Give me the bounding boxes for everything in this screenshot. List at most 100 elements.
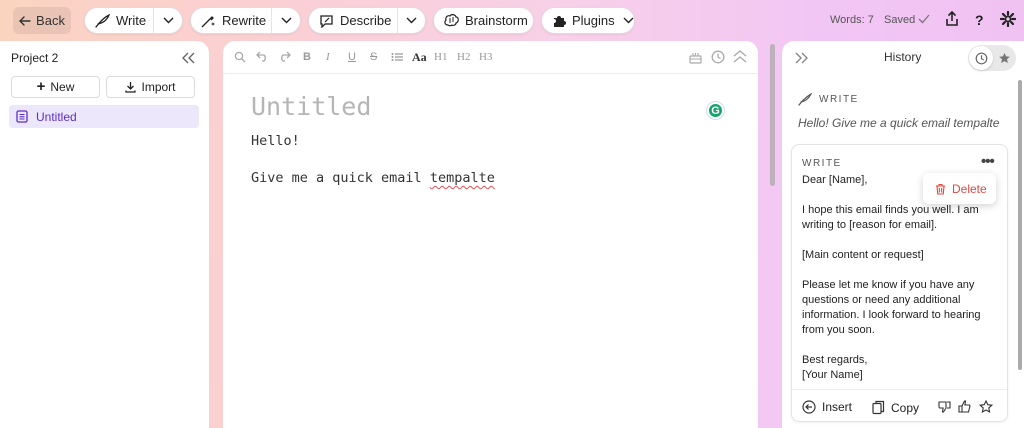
paragraph-text: Give me a quick email (251, 170, 430, 186)
history-title: History (884, 50, 922, 64)
cake-icon[interactable] (689, 50, 702, 64)
history-favorites-toggle[interactable] (968, 45, 1016, 71)
history-result-card: WRITE ••• Dear [Name], I hope this email… (791, 144, 1008, 422)
copy-label: Copy (891, 400, 920, 415)
history-entry-header: WRITE (798, 93, 859, 106)
delete-menu-item[interactable]: Delete (923, 173, 996, 204)
undo-icon[interactable] (256, 51, 269, 62)
result-line (802, 233, 1002, 248)
underline-button[interactable]: U (348, 51, 356, 63)
download-icon (125, 81, 137, 93)
new-label: New (50, 80, 75, 94)
comment-pen-icon (319, 14, 334, 28)
editor-scrollbar[interactable] (770, 44, 775, 186)
insert-label: Insert (822, 400, 853, 414)
insert-button[interactable]: Insert (802, 400, 852, 414)
result-type: WRITE (802, 158, 842, 169)
brainstorm-label: Brainstorm (465, 13, 528, 28)
search-icon[interactable] (234, 51, 246, 63)
history-header: History (782, 41, 1024, 73)
rewrite-label: Rewrite (222, 13, 267, 28)
expand-right-icon[interactable] (795, 52, 809, 64)
editor-panel: B I U S Aa H1 H2 H3 Untitled G Hello! Gi… (223, 41, 758, 428)
editor-paragraph[interactable]: Give me a quick email tempalte (251, 170, 495, 186)
chevron-down-icon (163, 17, 174, 24)
back-button[interactable]: Back (13, 7, 71, 34)
top-toolbar: Back Write Rewrite Describe Brainstorm P… (0, 0, 1024, 40)
import-label: Import (141, 80, 176, 94)
bullet-list-icon[interactable] (391, 52, 403, 62)
import-button[interactable]: Import (106, 76, 195, 98)
write-dropdown-button[interactable] (153, 8, 182, 33)
brain-icon (444, 14, 459, 27)
heading-2-button[interactable]: H2 (457, 51, 470, 63)
strikethrough-button[interactable]: S (370, 51, 377, 63)
insert-arrow-icon (802, 400, 816, 414)
document-item-untitled[interactable]: Untitled (9, 105, 199, 128)
heading-3-button[interactable]: H3 (479, 51, 492, 63)
result-line: [Main content or request] (802, 249, 924, 261)
puzzle-icon (552, 14, 566, 28)
new-document-button[interactable]: + New (11, 76, 100, 98)
history-clock-icon[interactable] (969, 46, 993, 70)
history-panel: History WRITE Hello! Give me a quick ema… (782, 41, 1024, 428)
saved-status: Saved (884, 14, 916, 26)
result-text[interactable]: Dear [Name], I hope this email finds you… (802, 173, 1002, 383)
document-label: Untitled (36, 109, 77, 124)
rewrite-button[interactable]: Rewrite (191, 8, 271, 33)
result-actions: Insert Copy (792, 389, 1007, 422)
share-icon[interactable] (945, 11, 959, 27)
heading-1-button[interactable]: H1 (434, 51, 447, 63)
gear-icon[interactable] (1000, 11, 1016, 27)
more-options-icon[interactable]: ••• (981, 153, 995, 170)
rewrite-button-group: Rewrite (190, 7, 301, 34)
describe-button[interactable]: Describe (309, 8, 397, 33)
chevron-down-icon (406, 17, 417, 24)
grammarly-icon[interactable]: G (707, 102, 724, 119)
trash-icon (935, 183, 946, 195)
editor-paragraph[interactable]: Hello! (251, 133, 300, 149)
quill-icon (798, 93, 812, 106)
describe-dropdown-button[interactable] (397, 8, 425, 33)
plugins-button-content: Plugins (542, 8, 644, 33)
redo-icon[interactable] (278, 51, 291, 62)
font-button[interactable]: Aa (412, 51, 427, 63)
plugins-button[interactable]: Plugins (541, 7, 635, 34)
check-icon (918, 14, 930, 24)
result-line (802, 338, 1002, 353)
copy-icon (872, 400, 885, 415)
history-scrollbar[interactable] (1018, 80, 1022, 370)
describe-label: Describe (340, 13, 392, 28)
history-entry-type: WRITE (819, 94, 859, 105)
misspelled-word[interactable]: tempalte (430, 170, 495, 186)
star-filled-icon[interactable] (993, 52, 1015, 65)
thumbs-down-icon[interactable] (938, 400, 951, 413)
arrow-left-icon (19, 15, 31, 26)
brainstorm-button-content: Brainstorm (434, 8, 538, 33)
write-button[interactable]: Write (85, 8, 153, 33)
write-label: Write (116, 13, 147, 28)
result-line: Best regards, (802, 354, 868, 366)
history-clock-icon[interactable] (711, 50, 725, 64)
thumbs-up-icon[interactable] (958, 400, 971, 413)
star-icon[interactable] (979, 400, 993, 414)
describe-button-group: Describe (308, 7, 426, 34)
bold-button[interactable]: B (303, 51, 311, 63)
document-title[interactable]: Untitled (251, 92, 371, 121)
document-icon (16, 110, 28, 123)
history-prompt[interactable]: Hello! Give me a quick email tempalte (798, 116, 999, 130)
rewrite-dropdown-button[interactable] (271, 8, 300, 33)
sparkle-pen-icon (201, 14, 216, 28)
result-line: [Your Name] (802, 369, 863, 381)
copy-button[interactable]: Copy (872, 400, 919, 415)
result-line: Please let me know if you have any quest… (802, 279, 981, 336)
italic-button[interactable]: I (326, 51, 330, 63)
format-toolbar: B I U S Aa H1 H2 H3 (223, 41, 758, 74)
result-line: I hope this email finds you well. I am w… (802, 204, 979, 231)
brainstorm-button[interactable]: Brainstorm (433, 7, 534, 34)
project-name: Project 2 (11, 51, 59, 65)
plus-icon: + (36, 78, 46, 95)
help-icon[interactable]: ? (975, 12, 984, 28)
collapse-up-icon[interactable] (733, 50, 747, 63)
collapse-left-icon[interactable] (181, 52, 195, 64)
